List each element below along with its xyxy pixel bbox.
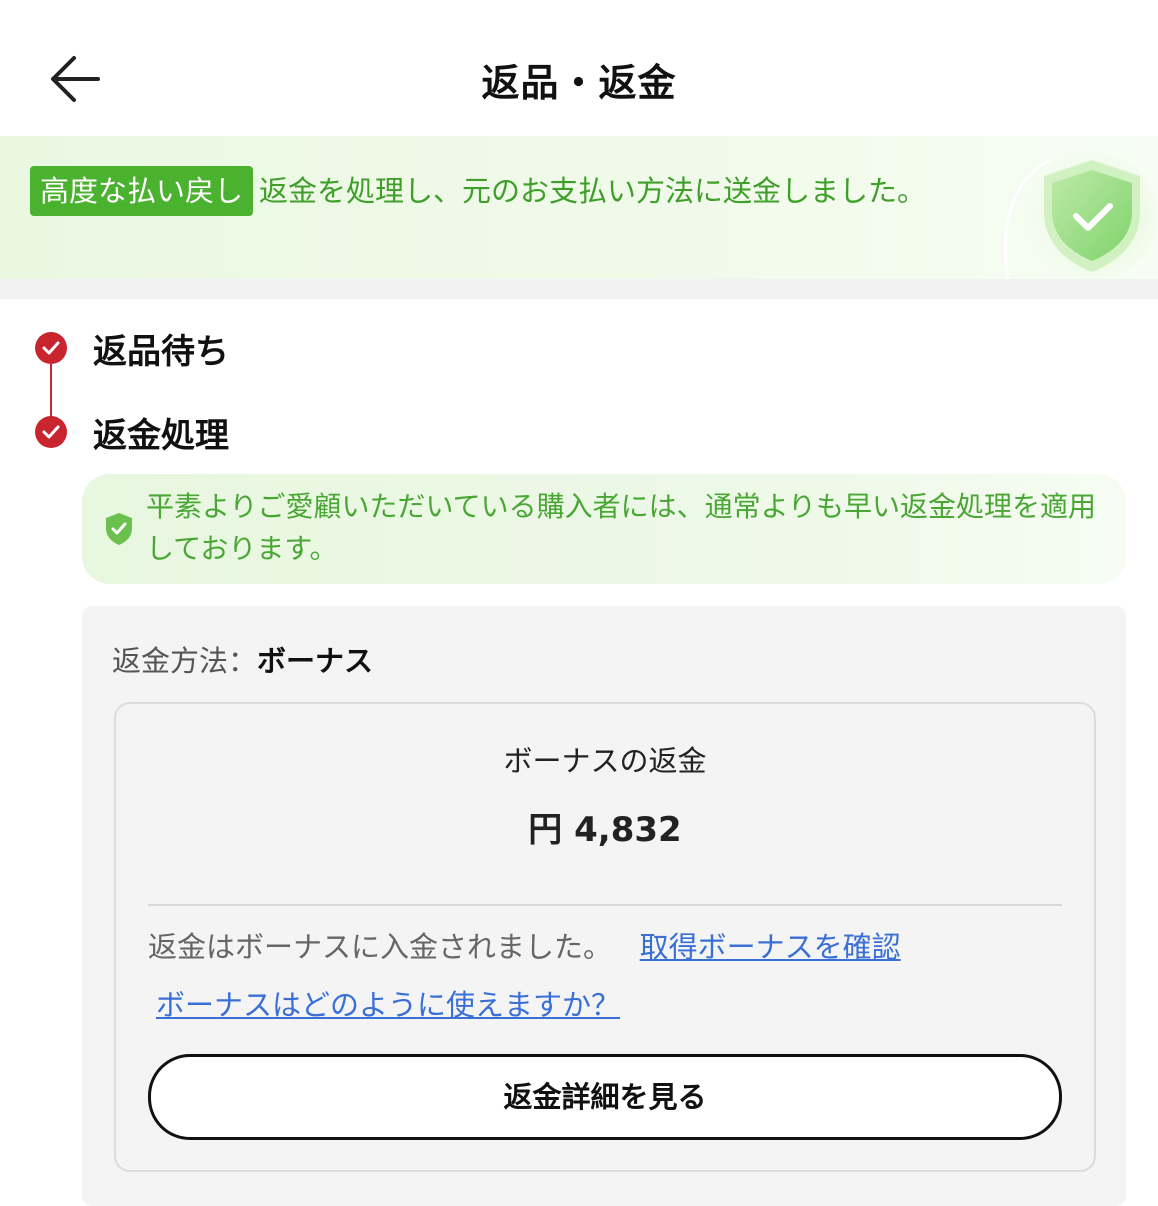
refund-method-value: ボーナス [257, 644, 374, 678]
priority-refund-notice: 平素よりご愛顧いただいている購入者には、通常よりも早い返金処理を適用しております… [82, 474, 1126, 584]
page-title: 返品・返金 [481, 61, 677, 105]
refund-amount: 円 4,832 [528, 810, 682, 850]
banner-message: 返金を処理し、元のお支払い方法に送金しました。 [259, 174, 927, 208]
timeline-connector [50, 364, 52, 420]
view-refund-details-button[interactable]: 返金詳細を見る [148, 1054, 1062, 1140]
refund-method-label: 返金方法： [112, 644, 258, 678]
section-divider [0, 279, 1158, 299]
step-check-icon [35, 416, 67, 448]
advanced-refund-tag: 高度な払い戻し [30, 166, 254, 216]
header: 返品・返金 [0, 0, 1158, 136]
step-check-icon [35, 332, 67, 364]
timeline-step-awaiting-return: 返品待ち [93, 332, 229, 372]
check-bonus-link[interactable]: 取得ボーナスを確認 [640, 930, 901, 964]
bonus-refund-title: ボーナスの返金 [503, 744, 707, 778]
banner-text: 高度な払い戻し 返金を処理し、元のお支払い方法に送金しました。 [30, 166, 970, 216]
shield-check-icon [106, 513, 132, 545]
refund-method-card: 返金方法：ボーナス ボーナスの返金 円 4,832 返金はボーナスに入金されまし… [82, 606, 1126, 1206]
credited-text: 返金はボーナスに入金されました。 [148, 930, 613, 964]
how-to-use-bonus-link[interactable]: ボーナスはどのように使えますか？ [156, 988, 620, 1022]
divider [148, 904, 1062, 906]
bonus-refund-box: ボーナスの返金 円 4,832 返金はボーナスに入金されました。 取得ボーナスを… [114, 702, 1096, 1172]
shield-check-icon [1003, 152, 1158, 280]
refund-status-banner: 高度な払い戻し 返金を処理し、元のお支払い方法に送金しました。 [0, 136, 1158, 279]
credited-message-row: 返金はボーナスに入金されました。 取得ボーナスを確認 [148, 924, 901, 966]
refund-method: 返金方法：ボーナス [112, 638, 373, 680]
how-to-use-bonus-row: ボーナスはどのように使えますか？ [156, 982, 620, 1024]
timeline-step-refund-processing: 返金処理 [93, 416, 229, 456]
notice-text: 平素よりご愛顧いただいている購入者には、通常よりも早い返金処理を適用しております… [146, 490, 1097, 565]
